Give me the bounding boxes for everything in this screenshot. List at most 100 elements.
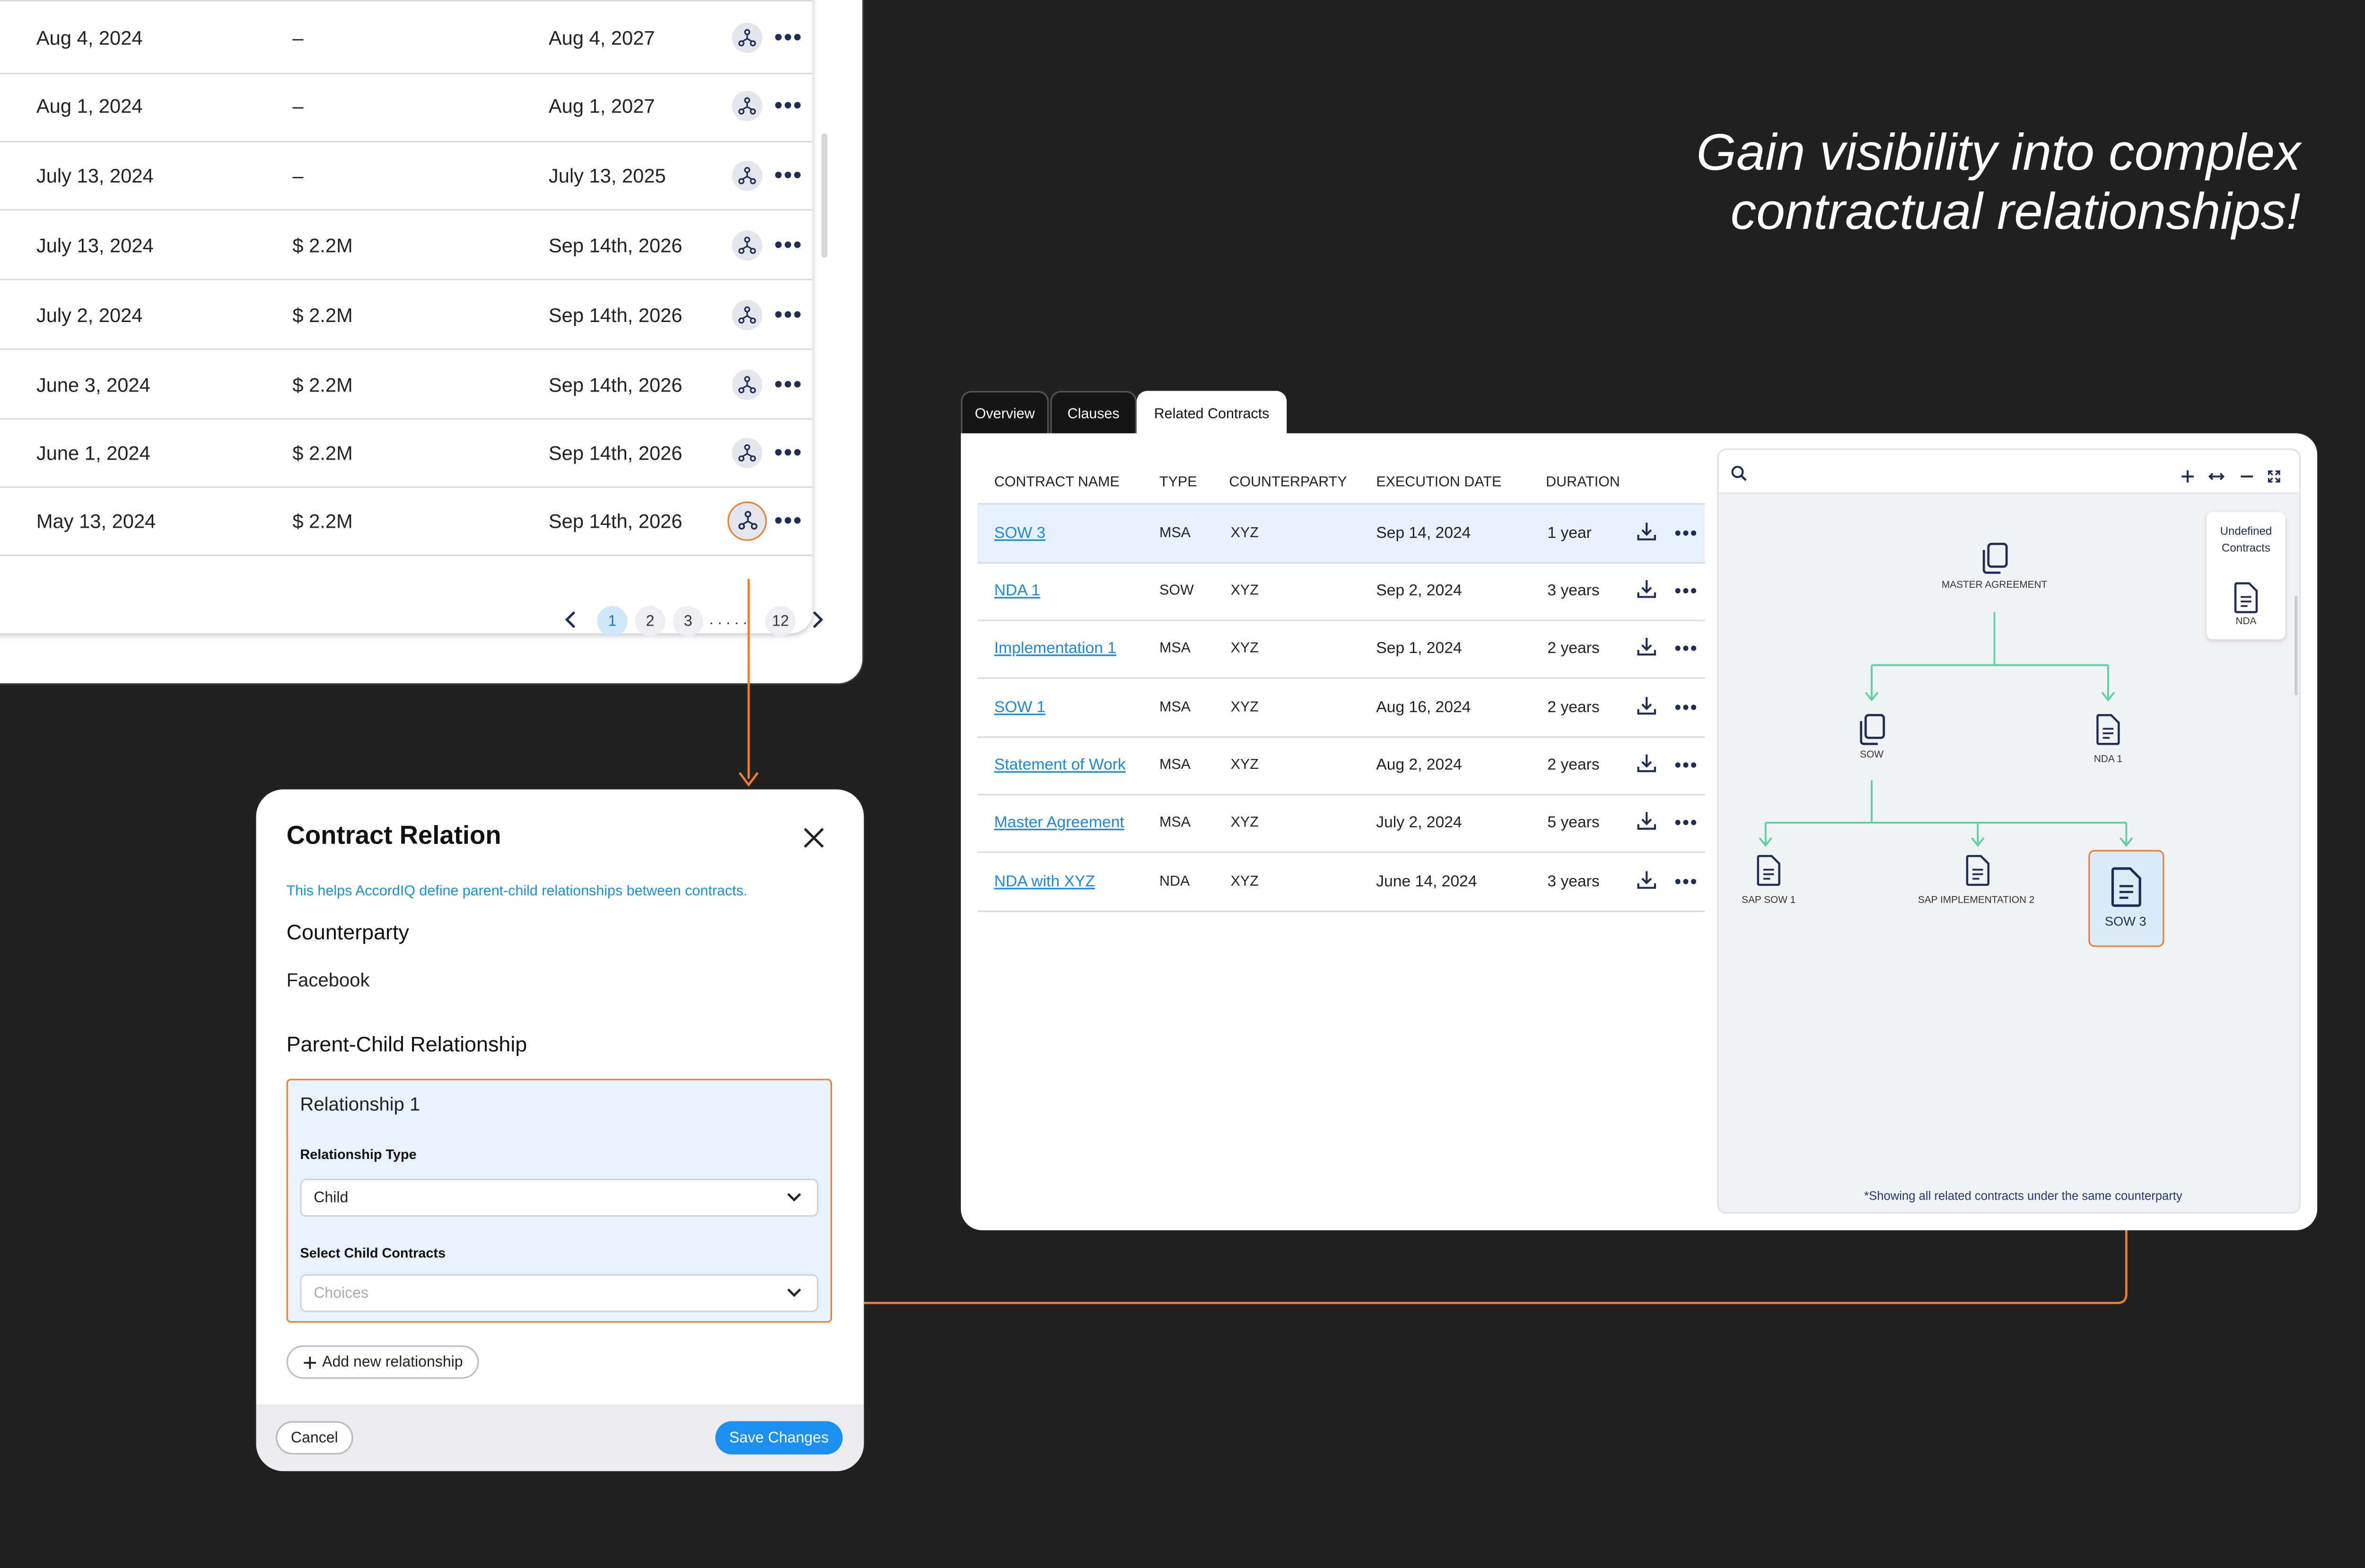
contract-duration: 2 years [1547,756,1600,775]
master-agreement-node[interactable] [1980,542,2010,582]
sap-implementation2-node[interactable] [1966,854,1990,894]
contract-name-link[interactable]: Master Agreement [994,814,1124,832]
child-contracts-select[interactable]: Choices [300,1274,819,1312]
column-header-contract-name: CONTRACT NAME [994,474,1120,491]
table-row[interactable]: NDA 1 SOW XYZ Sep 2, 2024 3 years ••• [977,562,1705,621]
chevron-down-icon [787,1288,801,1297]
execution-date: Aug 16, 2024 [1376,698,1471,717]
undefined-contracts-panel: Undefined Contracts NDA [2207,512,2286,640]
more-options-icon[interactable]: ••• [1675,698,1699,716]
sap-implementation2-label: SAP IMPLEMENTATION 2 [1918,895,2035,906]
contract-type: MSA [1159,525,1191,542]
chevron-down-icon [787,1193,801,1202]
sap-sow1-node[interactable] [1757,854,1781,894]
download-icon[interactable] [1637,870,1656,894]
relationship-type-select[interactable]: Child [300,1178,819,1217]
column-header-execution-date: EXECUTION DATE [1376,474,1502,491]
more-options-icon[interactable]: ••• [1675,814,1699,832]
table-row[interactable]: NDA with XYZ NDA XYZ June 14, 2024 3 yea… [977,853,1705,912]
relationship-title: Relationship 1 [300,1094,420,1115]
counterparty-label: Counterparty [286,919,409,944]
nda1-label: NDA 1 [2093,754,2122,766]
document-icon [2096,714,2120,745]
document-icon [2111,867,2141,907]
column-header-duration: DURATION [1546,474,1620,491]
more-options-icon[interactable]: ••• [1675,524,1699,542]
contract-name-link[interactable]: NDA 1 [994,582,1040,600]
contract-duration: 1 year [1547,524,1592,543]
document-icon [2234,582,2258,613]
contract-duration: 5 years [1547,813,1600,832]
tab-clauses[interactable]: Clauses [1050,391,1137,436]
execution-date: Sep 1, 2024 [1376,639,1462,658]
parent-child-section-title: Parent-Child Relationship [286,1031,527,1056]
modal-title: Contract Relation [286,821,501,850]
contract-counterparty: XYZ [1230,699,1259,716]
master-agreement-label: MASTER AGREEMENT [1941,580,2048,591]
relationship-type-value: Child [314,1189,349,1206]
table-row[interactable]: Implementation 1 MSA XYZ Sep 1, 2024 2 y… [977,619,1705,679]
table-row[interactable]: SOW 1 MSA XYZ Aug 16, 2024 2 years ••• [977,679,1705,738]
contract-name-link[interactable]: SOW 3 [994,524,1045,542]
more-options-icon[interactable]: ••• [1675,582,1699,600]
child-contracts-label: Select Child Contracts [300,1245,446,1261]
table-row[interactable]: SOW 3 MSA XYZ Sep 14, 2024 1 year ••• [977,504,1705,564]
document-icon [1966,855,1990,886]
contract-type: MSA [1159,640,1191,657]
modal-helper-text: This helps AccordIQ define parent-child … [286,883,748,900]
more-options-icon[interactable]: ••• [1675,639,1699,657]
contract-name-link[interactable]: Implementation 1 [994,639,1116,657]
contract-counterparty: XYZ [1230,814,1259,831]
contract-duration: 2 years [1547,639,1600,658]
contract-type: SOW [1159,582,1194,600]
tab-related-contracts[interactable]: Related Contracts [1137,391,1287,436]
cancel-button[interactable]: Cancel [276,1421,353,1455]
execution-date: Sep 2, 2024 [1376,582,1462,600]
execution-date: Sep 14, 2024 [1376,524,1471,543]
contract-duration: 3 years [1547,872,1600,891]
contract-counterparty: XYZ [1230,582,1259,600]
sow-node[interactable] [1857,714,1887,753]
undefined-nda-label: NDA [2235,617,2257,627]
download-icon[interactable] [1637,810,1656,835]
counterparty-value: Facebook [286,969,370,991]
save-changes-button[interactable]: Save Changes [715,1421,843,1455]
tab-overview[interactable]: Overview [961,391,1049,436]
relationship-type-label: Relationship Type [300,1147,417,1162]
more-options-icon[interactable]: ••• [1675,756,1699,774]
column-header-type: TYPE [1159,474,1197,491]
contract-counterparty: XYZ [1230,640,1259,657]
documents-stack-icon [1860,714,1885,745]
contract-counterparty: XYZ [1230,525,1259,542]
table-row[interactable]: Statement of Work MSA XYZ Aug 2, 2024 2 … [977,736,1705,796]
download-icon[interactable] [1637,753,1656,777]
close-icon[interactable] [802,826,826,850]
contract-duration: 3 years [1547,582,1600,600]
execution-date: Aug 2, 2024 [1376,756,1462,775]
table-row[interactable]: Master Agreement MSA XYZ July 2, 2024 5 … [977,794,1705,853]
child-contracts-placeholder: Choices [314,1285,369,1302]
column-header-counterparty: COUNTERPARTY [1229,474,1347,491]
download-icon[interactable] [1637,579,1656,603]
document-icon [1757,855,1780,886]
sow3-node-selected[interactable]: SOW 3 [2088,850,2164,947]
undefined-nda-node[interactable] [2234,582,2258,621]
execution-date: June 14, 2024 [1376,872,1477,891]
contract-name-link[interactable]: SOW 1 [994,698,1045,716]
download-icon[interactable] [1637,696,1656,720]
contract-name-link[interactable]: NDA with XYZ [994,873,1095,891]
execution-date: July 2, 2024 [1376,813,1462,832]
contract-name-link[interactable]: Statement of Work [994,756,1126,774]
more-options-icon[interactable]: ••• [1675,873,1699,891]
nda1-node[interactable] [2096,714,2120,753]
undefined-contracts-title: Undefined Contracts [2220,524,2272,555]
contract-counterparty: XYZ [1230,757,1259,774]
download-icon[interactable] [1637,521,1656,545]
download-icon[interactable] [1637,636,1656,661]
contract-duration: 2 years [1547,698,1600,717]
add-relationship-button[interactable]: Add new relationship [286,1345,479,1379]
contract-type: MSA [1159,699,1191,716]
sow3-label: SOW 3 [2104,914,2146,929]
contract-type: MSA [1159,814,1191,831]
graph-footnote: *Showing all related contracts under the… [1864,1189,2182,1203]
